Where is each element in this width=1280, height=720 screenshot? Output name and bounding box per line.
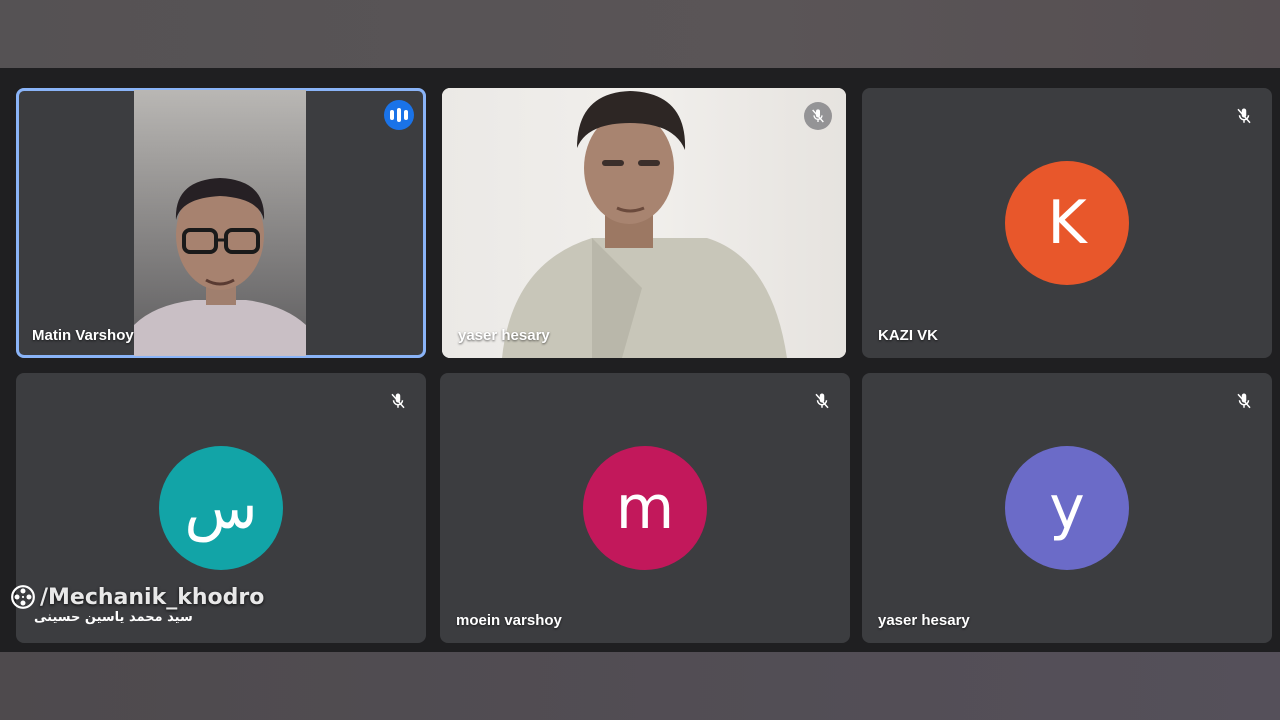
participant-tile-yaser-hesary-avatar[interactable]: y yaser hesary — [862, 373, 1272, 643]
participant-name: yaser hesary — [878, 612, 970, 629]
person-silhouette — [134, 178, 306, 356]
watermark-text: /Mechanik_khodro — [40, 584, 265, 610]
mic-off-icon — [808, 387, 836, 415]
participant-video — [442, 88, 846, 358]
mic-off-icon — [1230, 387, 1258, 415]
audio-level-icon — [384, 100, 414, 130]
participant-tile-kazi-vk[interactable]: K KAZI VK — [862, 88, 1272, 358]
person-silhouette — [502, 91, 787, 358]
participant-name: سید محمد یاسین حسینی — [34, 610, 193, 625]
participant-avatar: y — [1005, 446, 1129, 570]
film-reel-icon — [11, 585, 35, 609]
bottom-bar — [0, 652, 1280, 720]
participant-avatar: س — [159, 446, 283, 570]
top-bar — [0, 0, 1280, 68]
mic-off-icon — [384, 387, 412, 415]
participant-name: moein varshoy — [456, 612, 562, 629]
participant-tile-moein-varshoy[interactable]: m moein varshoy — [440, 373, 850, 643]
participant-name: Matin Varshoy — [32, 327, 134, 344]
participant-tile-matin-varshoy[interactable]: Matin Varshoy — [16, 88, 426, 358]
participant-tile-yaser-hesary-video[interactable]: yaser hesary — [442, 88, 846, 358]
participant-name: KAZI VK — [878, 327, 938, 344]
mic-off-icon — [1230, 102, 1258, 130]
mic-off-icon — [804, 102, 832, 130]
watermark: /Mechanik_khodro — [10, 584, 264, 610]
participant-video — [134, 90, 306, 356]
participant-avatar: K — [1005, 161, 1129, 285]
participant-avatar: m — [583, 446, 707, 570]
participant-name: yaser hesary — [458, 327, 550, 344]
